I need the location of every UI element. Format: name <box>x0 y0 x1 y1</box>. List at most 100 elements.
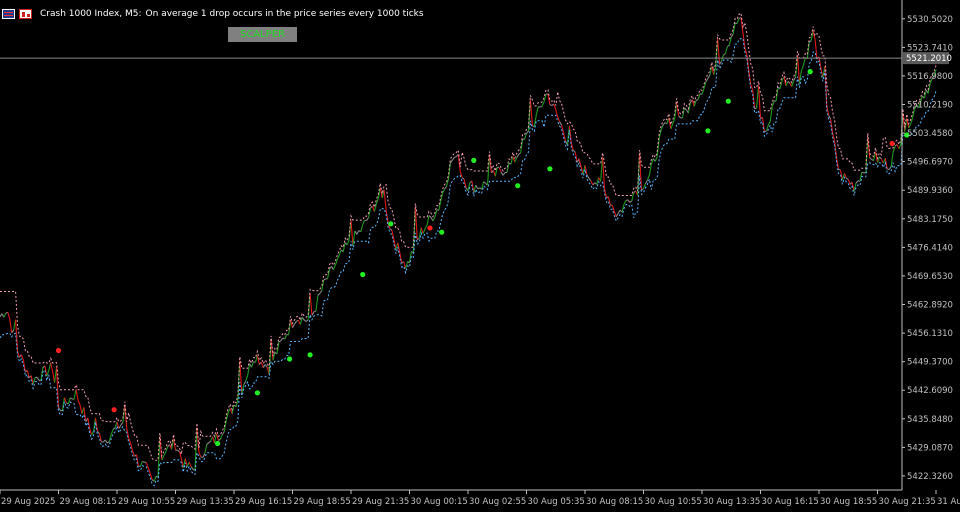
price-segment <box>754 107 757 110</box>
price-tick-label: 5503.4580 <box>907 129 953 139</box>
price-segment <box>79 404 83 414</box>
price-segment <box>535 106 539 115</box>
scalper-button[interactable]: SCALPER <box>228 27 297 42</box>
time-tick-label: 29 Aug 2025 <box>1 497 55 507</box>
price-segment <box>818 56 822 70</box>
price-segment <box>338 249 342 256</box>
price-segment <box>497 166 500 169</box>
price-segment <box>301 316 305 321</box>
price-segment <box>188 461 192 467</box>
price-segment <box>539 105 543 108</box>
price-segment <box>736 18 740 24</box>
price-segment <box>732 22 736 35</box>
time-tick-label: 29 Aug 10:55 <box>118 497 175 507</box>
price-segment <box>332 264 336 270</box>
price-segment <box>586 174 590 179</box>
price-segment <box>808 40 812 43</box>
price-segment <box>879 156 882 160</box>
price-chart[interactable]: 5530.5020 5523.7410 5516.9800 5510.2190 5503… <box>0 0 960 512</box>
price-segment <box>264 364 268 368</box>
chart-window-icon[interactable] <box>2 9 15 19</box>
symbol-description: On average 1 drop occurs in the price se… <box>145 9 424 19</box>
price-segment <box>327 268 331 279</box>
price-segment <box>67 397 71 405</box>
price-tick-label: 5456.1310 <box>907 329 953 339</box>
price-segment <box>451 157 455 161</box>
price-segment <box>629 200 633 203</box>
price-segment <box>449 159 453 164</box>
support-trail <box>0 37 937 487</box>
price-segment <box>206 442 210 445</box>
price-segment <box>317 293 321 296</box>
price-segment <box>128 438 132 444</box>
price-segment <box>561 124 565 133</box>
price-segment <box>572 149 576 153</box>
price-segment <box>730 33 734 38</box>
price-segment <box>198 451 202 458</box>
price-segment <box>855 180 859 184</box>
price-segment <box>498 167 502 173</box>
price-segment <box>434 209 438 218</box>
price-segment <box>219 434 223 440</box>
price-segment <box>208 440 211 444</box>
price-tick-label: 5469.6530 <box>907 272 953 282</box>
price-segment <box>280 337 284 342</box>
price-segment <box>260 361 264 368</box>
price-segment <box>800 65 804 71</box>
price-segment <box>284 334 288 340</box>
price-tick-label: 5510.2190 <box>907 101 953 111</box>
price-segment <box>61 397 65 411</box>
price-segment <box>360 224 364 232</box>
price-segment <box>590 180 594 186</box>
price-segment <box>796 55 801 84</box>
price-segment <box>615 213 619 217</box>
price-segment <box>654 156 658 162</box>
time-tick-label: 30 Aug 00:15 <box>411 497 468 507</box>
time-tick-label: 30 Aug 18:55 <box>820 497 877 507</box>
price-tick-label: 5449.3700 <box>907 358 953 368</box>
price-segment <box>3 312 7 318</box>
price-segment <box>607 196 611 206</box>
price-segment <box>869 157 872 160</box>
price-tick-label: 5429.0870 <box>907 443 953 453</box>
price-segment <box>428 215 432 218</box>
price-segment <box>841 173 845 181</box>
price-segment <box>309 293 313 316</box>
price-segment <box>670 123 674 130</box>
price-segment <box>793 76 797 81</box>
price-segment <box>177 449 180 453</box>
price-tick-label: 5462.8920 <box>907 301 953 311</box>
price-segment <box>660 124 664 131</box>
buy-signal-dot <box>439 229 445 235</box>
price-segment <box>727 44 730 47</box>
price-segment <box>533 114 537 128</box>
price-segment <box>414 207 418 240</box>
price-segment <box>662 122 666 126</box>
price-segment <box>707 75 711 79</box>
price-segment <box>750 84 754 91</box>
price-segment <box>346 239 350 246</box>
price-segment <box>153 476 157 482</box>
price-segment <box>75 388 79 401</box>
buy-signal-dot <box>807 69 813 75</box>
indicator-icon[interactable] <box>19 9 32 19</box>
price-segment <box>293 320 297 325</box>
price-tick-label: 5496.6970 <box>907 158 953 168</box>
price-tick-label: 5442.6090 <box>907 386 953 396</box>
time-tick-label: 30 Aug 16:15 <box>762 497 819 507</box>
price-segment <box>196 427 200 453</box>
price-tick-label: 5530.5020 <box>907 15 953 25</box>
time-axis: 29 Aug 2025 29 Aug 08:15 29 Aug 10:55 29 Au… <box>0 490 960 507</box>
price-segment <box>305 319 309 322</box>
price-segment <box>7 312 11 320</box>
price-segment <box>471 180 475 193</box>
price-segment <box>399 252 403 264</box>
price-segment <box>520 138 524 153</box>
chart-header: Crash 1000 Index, M5: On average 1 drop … <box>2 8 424 20</box>
price-segment <box>512 156 516 163</box>
buy-signal-dot <box>388 221 394 227</box>
price-segment <box>77 399 81 406</box>
symbol-timeframe: Crash 1000 Index, M5: <box>40 9 142 19</box>
price-segment <box>323 278 326 281</box>
price-segment <box>771 100 775 107</box>
